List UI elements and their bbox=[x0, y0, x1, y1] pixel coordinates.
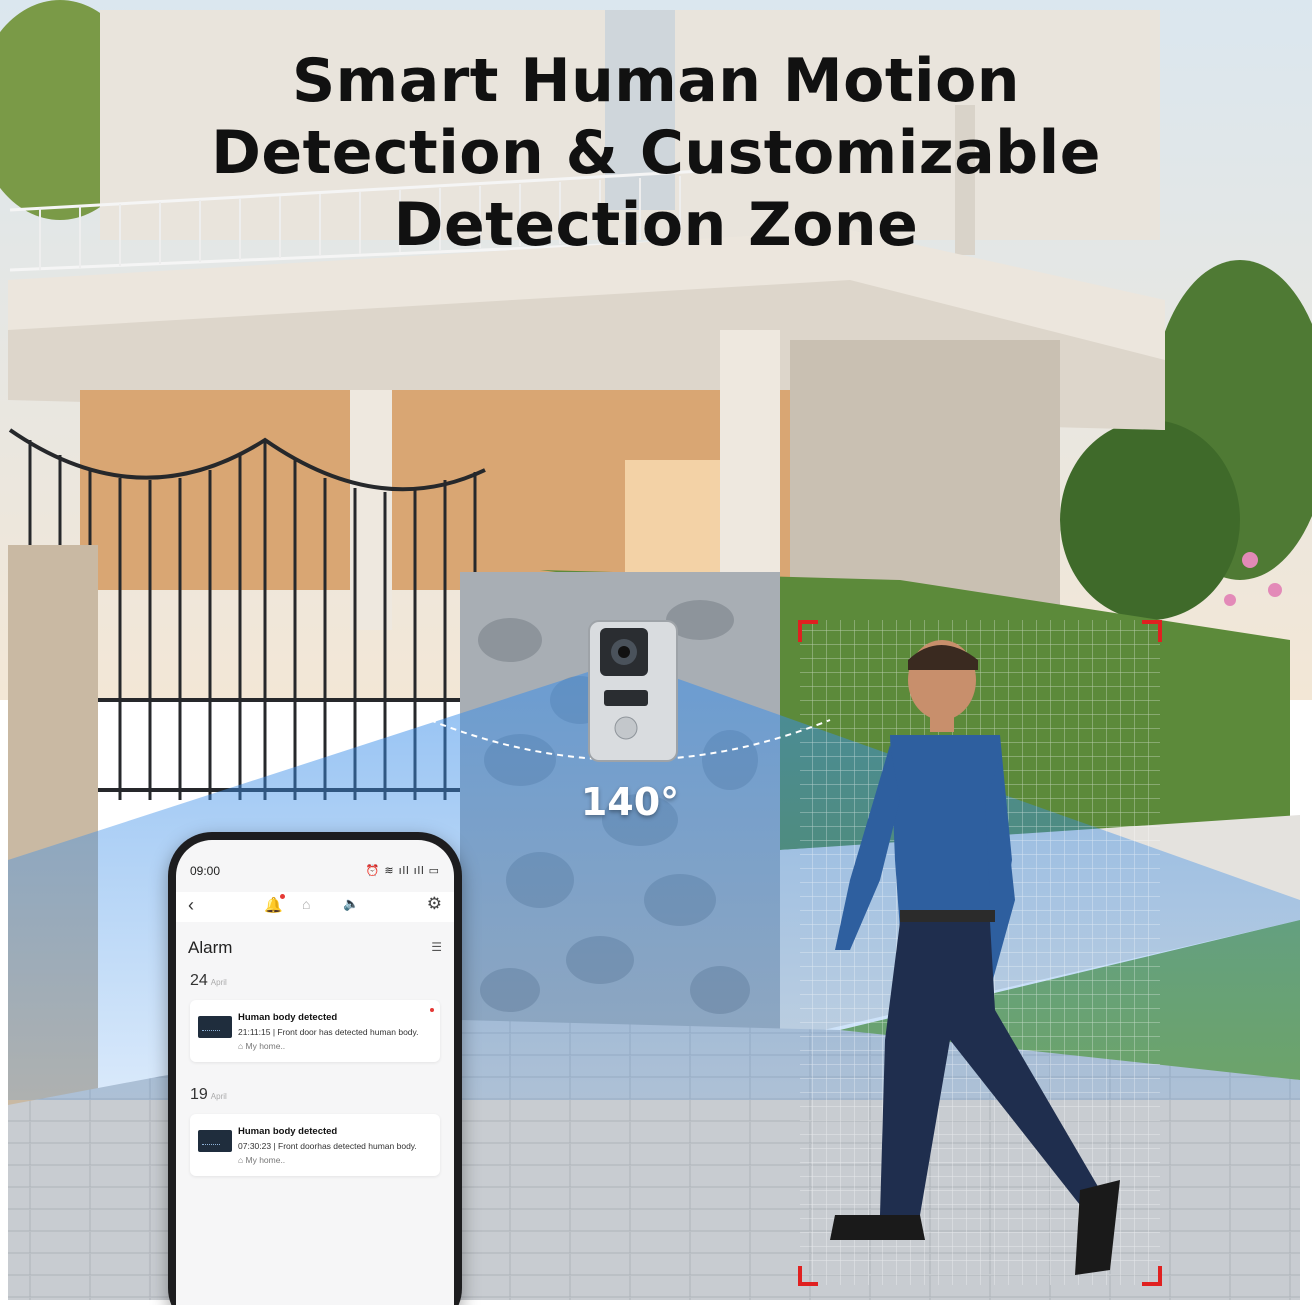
alert-detail: 07:30:23 | Front doorhas detected human … bbox=[238, 1141, 417, 1151]
alert-location: ⌂ My home.. bbox=[238, 1155, 286, 1165]
doorbell-display bbox=[604, 690, 648, 706]
filter-icon[interactable]: ☰ bbox=[431, 940, 442, 954]
date-month: April bbox=[210, 978, 227, 987]
date-header: 24 April bbox=[190, 972, 227, 990]
home-icon[interactable]: ⌂ bbox=[302, 896, 310, 912]
back-icon[interactable]: ‹ bbox=[188, 895, 194, 916]
page-title: Alarm bbox=[188, 938, 233, 957]
alert-location: ⌂ My home.. bbox=[238, 1041, 286, 1051]
date-header: 19 April bbox=[190, 1086, 227, 1104]
date-day: 19 bbox=[190, 1086, 208, 1103]
alert-card[interactable]: Human body detected 21:11:15 | Front doo… bbox=[190, 1000, 440, 1062]
alert-title: Human body detected bbox=[238, 1012, 338, 1023]
alert-thumbnail bbox=[198, 1130, 232, 1152]
status-bar: 09:00 ⏰ ≋ ıll ıll ▭ bbox=[190, 864, 440, 880]
app-toolbar: ‹ 🔔 ⌂ 🔈 ⚙ bbox=[176, 892, 454, 922]
field-of-view-label: 140° bbox=[580, 780, 680, 824]
alert-thumbnail bbox=[198, 1016, 232, 1038]
alert-card[interactable]: Human body detected 07:30:23 | Front doo… bbox=[190, 1114, 440, 1176]
bell-icon[interactable]: 🔔 bbox=[264, 896, 283, 914]
status-icons: ⏰ ≋ ıll ıll ▭ bbox=[365, 865, 440, 877]
date-day: 24 bbox=[190, 972, 208, 989]
smartphone: 09:00 ⏰ ≋ ıll ıll ▭ ‹ 🔔 ⌂ 🔈 ⚙ Alarm ☰ 24… bbox=[168, 832, 462, 1305]
unread-dot bbox=[430, 1008, 434, 1012]
headline-line-2: Detection & Customizable bbox=[211, 118, 1101, 188]
gear-icon[interactable]: ⚙ bbox=[427, 894, 442, 914]
headline: Smart Human Motion Detection & Customiza… bbox=[150, 45, 1162, 261]
alert-detail: 21:11:15 | Front door has detected human… bbox=[238, 1027, 419, 1037]
doorbell-button-icon bbox=[614, 716, 638, 740]
headline-line-3: Detection Zone bbox=[393, 190, 919, 260]
status-time: 09:00 bbox=[190, 864, 221, 878]
headline-line-1: Smart Human Motion bbox=[291, 46, 1021, 116]
product-scene: Smart Human Motion Detection & Customiza… bbox=[0, 0, 1312, 1305]
date-month: April bbox=[210, 1092, 227, 1101]
phone-screen: 09:00 ⏰ ≋ ıll ıll ▭ ‹ 🔔 ⌂ 🔈 ⚙ Alarm ☰ 24… bbox=[176, 840, 454, 1305]
alert-title: Human body detected bbox=[238, 1126, 338, 1137]
speaker-icon[interactable]: 🔈 bbox=[343, 896, 359, 912]
tree-mid bbox=[1060, 420, 1240, 620]
stone-side-wall bbox=[790, 340, 1060, 620]
notification-dot bbox=[280, 894, 285, 899]
